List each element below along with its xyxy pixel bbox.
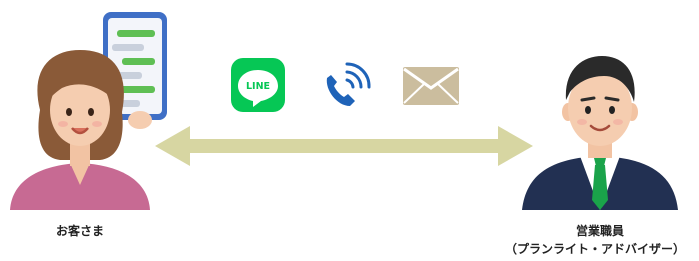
double-arrow-icon bbox=[155, 126, 533, 166]
line-app-icon: LINE bbox=[231, 58, 285, 112]
customer-label: お客さま bbox=[55, 224, 104, 238]
customer-figure bbox=[10, 12, 167, 210]
staff-label-subtitle: （プランライト・アドバイザー） bbox=[504, 242, 685, 256]
line-text: LINE bbox=[246, 81, 270, 92]
mail-icon bbox=[403, 67, 459, 105]
communication-illustration: LINE お客さま 営業職員 （プランライト・アドバイザー） bbox=[0, 0, 699, 261]
phone-icon bbox=[326, 62, 371, 106]
staff-label-title: 営業職員 bbox=[575, 224, 624, 238]
staff-figure bbox=[522, 56, 678, 210]
